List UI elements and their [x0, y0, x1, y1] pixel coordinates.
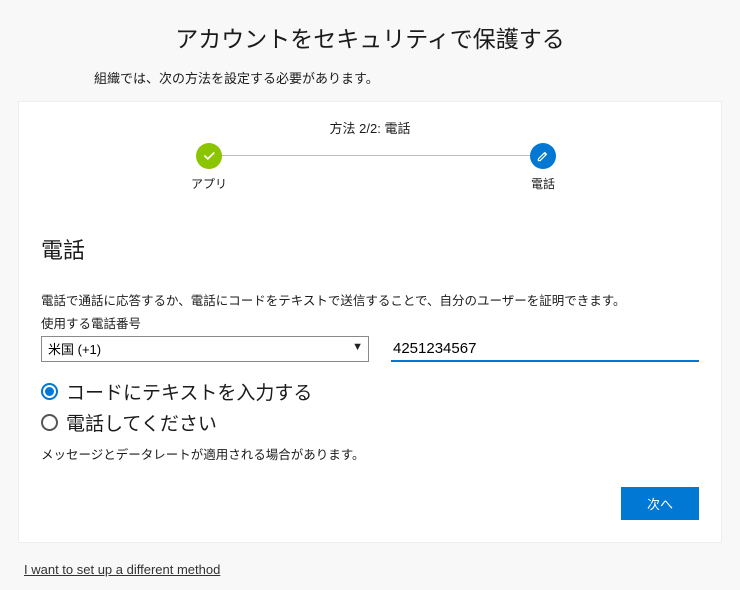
stepper: 方法 2/2: 電話 アプリ 電話: [19, 102, 721, 205]
step-app-label: アプリ: [169, 175, 249, 192]
radio-option-text-code[interactable]: コードにテキストを入力する: [41, 378, 699, 405]
country-select-wrap: 米国 (+1) ▼: [41, 336, 369, 362]
rates-note: メッセージとデータレートが適用される場合があります。: [41, 444, 699, 463]
step-app: アプリ: [169, 143, 249, 192]
stepper-caption: 方法 2/2: 電話: [19, 118, 721, 137]
radio-unchecked-icon: [41, 414, 58, 431]
section-title: 電話: [41, 233, 699, 265]
button-row: 次へ: [41, 487, 699, 520]
phone-row: 米国 (+1) ▼: [41, 336, 699, 362]
content-area: 電話 電話で通話に応答するか、電話にコードをテキストで送信することで、自分のユー…: [19, 205, 721, 542]
country-code-select[interactable]: 米国 (+1): [41, 336, 369, 362]
phone-number-input[interactable]: [391, 338, 699, 359]
stepper-track: アプリ 電話: [19, 143, 721, 199]
radio-text-code-label: コードにテキストを入力する: [66, 378, 312, 405]
page-subtitle: 組織では、次の方法を設定する必要があります。: [0, 54, 740, 87]
next-button[interactable]: 次へ: [621, 487, 699, 520]
checkmark-icon: [196, 143, 222, 169]
step-phone: 電話: [503, 143, 583, 192]
radio-option-call-me[interactable]: 電話してください: [41, 409, 699, 436]
setup-card: 方法 2/2: 電話 アプリ 電話 電話 電話で通話に応答するか、電話にコードを…: [18, 101, 722, 543]
footer: I want to set up a different method: [18, 557, 722, 583]
stepper-line: [207, 155, 543, 156]
verification-method-radios: コードにテキストを入力する 電話してください: [41, 378, 699, 436]
phone-field-label: 使用する電話番号: [41, 313, 699, 332]
pencil-icon: [530, 143, 556, 169]
phone-description: 電話で通話に応答するか、電話にコードをテキストで送信することで、自分のユーザーを…: [41, 291, 699, 311]
page-title: アカウントをセキュリティで保護する: [0, 0, 740, 54]
radio-call-me-label: 電話してください: [66, 409, 217, 436]
phone-input-wrap: [391, 336, 699, 362]
different-method-link[interactable]: I want to set up a different method: [24, 562, 220, 577]
step-phone-label: 電話: [503, 175, 583, 192]
radio-checked-icon: [41, 383, 58, 400]
